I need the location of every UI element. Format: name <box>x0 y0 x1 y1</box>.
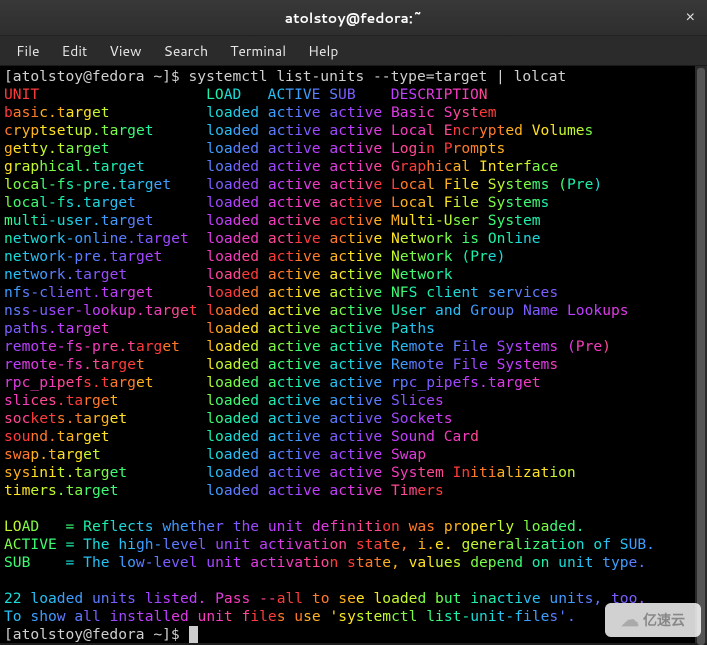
unit-row: nfs-client.target loaded active active N… <box>4 284 691 302</box>
summary-line: 22 loaded units listed. Pass --all to se… <box>4 590 691 608</box>
watermark-text: 亿速云 <box>643 610 685 630</box>
scrollbar[interactable] <box>695 66 707 643</box>
unit-row: network.target loaded active active Netw… <box>4 266 691 284</box>
menu-file[interactable]: File <box>6 37 50 65</box>
unit-row: local-fs-pre.target loaded active active… <box>4 176 691 194</box>
blank-line <box>4 572 691 590</box>
unit-row: cryptsetup.target loaded active active L… <box>4 122 691 140</box>
menu-edit[interactable]: Edit <box>52 37 98 65</box>
blank-line <box>4 500 691 518</box>
unit-row: network-pre.target loaded active active … <box>4 248 691 266</box>
menu-bar: File Edit View Search Terminal Help <box>0 36 707 66</box>
prompt-line: [atolstoy@fedora ~]$ systemctl list-unit… <box>4 68 691 86</box>
unit-row: slices.target loaded active active Slice… <box>4 392 691 410</box>
summary-line: To show all installed unit files use 'sy… <box>4 608 691 626</box>
unit-row: swap.target loaded active active Swap <box>4 446 691 464</box>
unit-row: basic.target loaded active active Basic … <box>4 104 691 122</box>
window-title: atolstoy@fedora:~ <box>285 8 423 28</box>
unit-row: timers.target loaded active active Timer… <box>4 482 691 500</box>
unit-row: sysinit.target loaded active active Syst… <box>4 464 691 482</box>
unit-row: remote-fs.target loaded active active Re… <box>4 356 691 374</box>
table-header: UNIT LOAD ACTIVE SUB DESCRIPTION <box>4 86 691 104</box>
menu-search[interactable]: Search <box>154 37 219 65</box>
close-icon[interactable]: × <box>686 9 695 27</box>
terminal-output[interactable]: [atolstoy@fedora ~]$ systemctl list-unit… <box>0 66 695 643</box>
unit-row: nss-user-lookup.target loaded active act… <box>4 302 691 320</box>
window-titlebar: atolstoy@fedora:~ × <box>0 0 707 36</box>
unit-row: getty.target loaded active active Login … <box>4 140 691 158</box>
unit-row: network-online.target loaded active acti… <box>4 230 691 248</box>
cloud-icon: ☁ <box>621 610 639 631</box>
unit-row: sound.target loaded active active Sound … <box>4 428 691 446</box>
watermark: ☁ 亿速云 <box>605 603 701 637</box>
prompt-line: [atolstoy@fedora ~]$ <box>4 626 691 644</box>
unit-row: multi-user.target loaded active active M… <box>4 212 691 230</box>
unit-row: local-fs.target loaded active active Loc… <box>4 194 691 212</box>
legend-line: ACTIVE = The high-level unit activation … <box>4 536 691 554</box>
scrollbar-thumb[interactable] <box>697 68 705 645</box>
legend-line: LOAD = Reflects whether the unit definit… <box>4 518 691 536</box>
unit-row: remote-fs-pre.target loaded active activ… <box>4 338 691 356</box>
menu-view[interactable]: View <box>99 37 151 65</box>
menu-terminal[interactable]: Terminal <box>220 37 296 65</box>
unit-row: sockets.target loaded active active Sock… <box>4 410 691 428</box>
cursor-block <box>189 626 198 643</box>
legend-line: SUB = The low-level unit activation stat… <box>4 554 691 572</box>
unit-row: rpc_pipefs.target loaded active active r… <box>4 374 691 392</box>
menu-help[interactable]: Help <box>298 37 348 65</box>
unit-row: graphical.target loaded active active Gr… <box>4 158 691 176</box>
unit-row: paths.target loaded active active Paths <box>4 320 691 338</box>
